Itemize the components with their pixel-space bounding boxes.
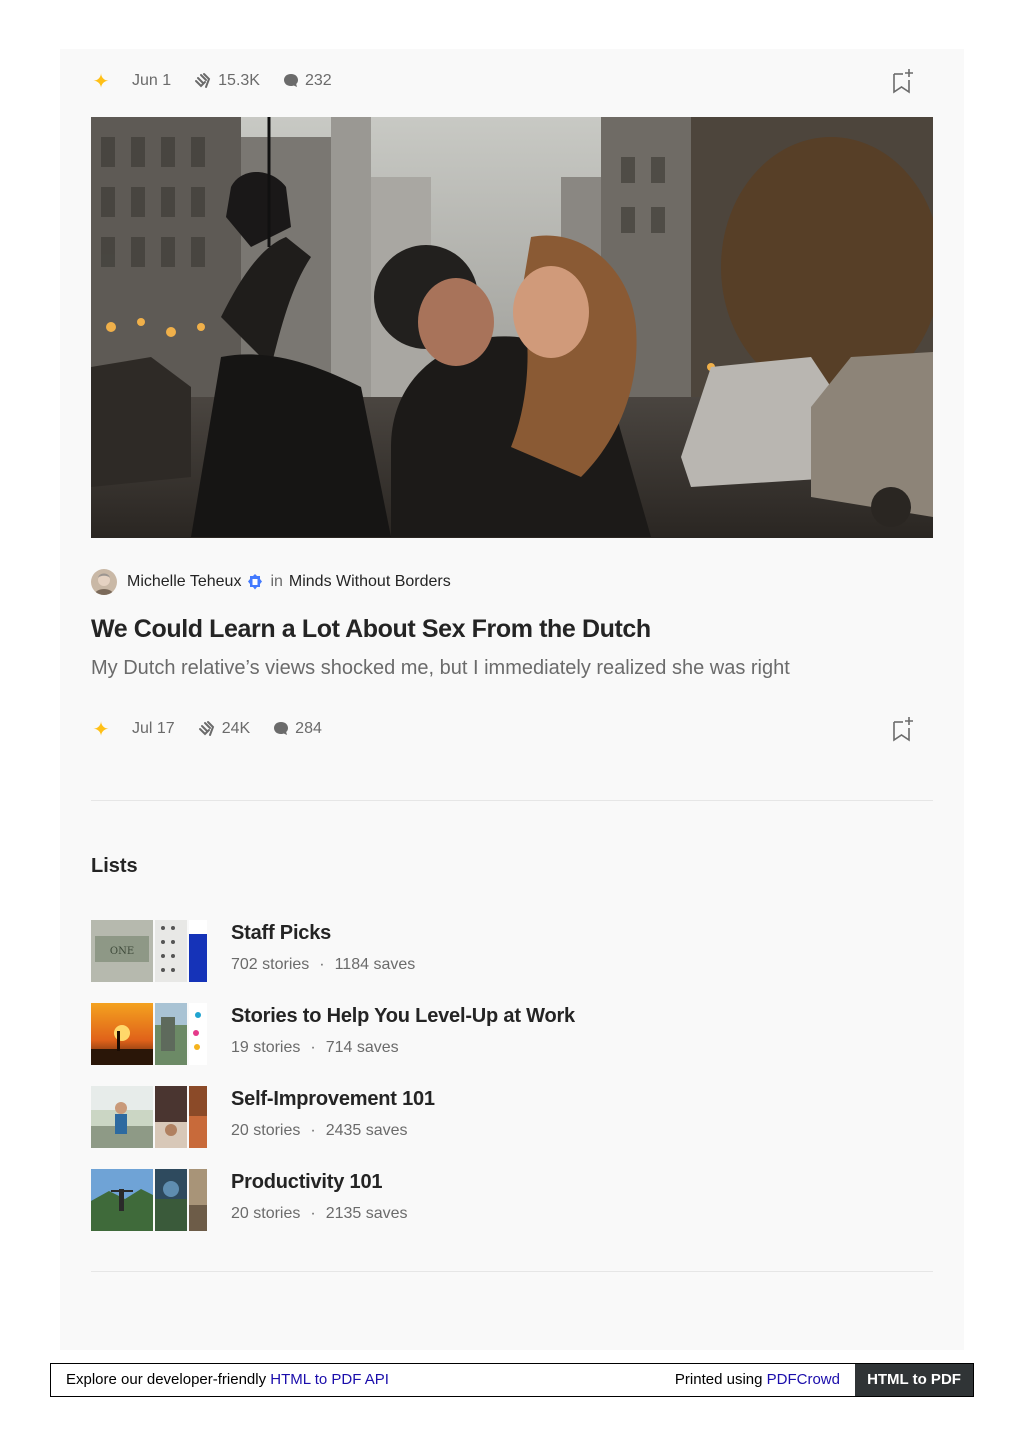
divider [91, 1271, 933, 1272]
clap-count[interactable]: 24K [197, 720, 250, 738]
list-meta: 20 stories · 2135 saves [231, 1205, 408, 1223]
clap-icon [195, 73, 211, 88]
comment-bubble-icon [283, 74, 298, 87]
list-thumbnails: ONE [91, 920, 207, 982]
separator-dot: · [310, 1039, 316, 1056]
lists-heading: Lists [91, 855, 138, 877]
list-thumbnails [91, 1003, 207, 1065]
article-title[interactable]: We Could Learn a Lot About Sex From the … [91, 615, 651, 644]
html-to-pdf-button[interactable]: HTML to PDF [855, 1364, 973, 1396]
list-meta: 19 stories · 714 saves [231, 1039, 399, 1057]
list-item[interactable]: Self-Improvement 101 20 stories · 2435 sav… [91, 1086, 933, 1148]
bookmark-add-icon[interactable] [891, 67, 915, 95]
save-count: 2135 saves [325, 1205, 408, 1222]
author-name[interactable]: Michelle Teheux [127, 573, 241, 591]
response-count-label: 232 [304, 72, 332, 89]
separator-dot: · [310, 1205, 316, 1222]
divider [91, 800, 933, 801]
sparkle-star-icon: ✦ [92, 718, 110, 741]
svg-text:ONE: ONE [110, 946, 134, 957]
story-count: 20 stories [231, 1122, 301, 1139]
story-count: 702 stories [231, 956, 310, 973]
clap-icon [198, 721, 214, 736]
avatar[interactable] [91, 569, 117, 595]
in-word: in [270, 573, 283, 590]
story-count: 20 stories [231, 1205, 301, 1222]
page-card: ✦ Jun 1 15.3K 232 Michelle Teheux in Min… [60, 49, 964, 1350]
pdfcrowd-link[interactable]: PDFCrowd [767, 1371, 840, 1388]
clap-count-label: 15.3K [218, 72, 260, 89]
list-item[interactable]: Stories to Help You Level-Up at Work 19 … [91, 1003, 933, 1065]
footer-right: Printed using PDFCrowd [675, 1371, 840, 1388]
publish-date: Jul 17 [132, 720, 175, 737]
html-to-pdf-api-link[interactable]: HTML to PDF API [270, 1371, 389, 1388]
top-article-meta: ✦ Jun 1 15.3K 232 [91, 65, 933, 97]
sparkle-star-icon: ✦ [92, 70, 110, 93]
footer-left: Explore our developer-friendly HTML to P… [66, 1371, 389, 1388]
response-count-label: 284 [295, 720, 322, 737]
list-title[interactable]: Stories to Help You Level-Up at Work [231, 1005, 575, 1028]
list-title[interactable]: Self-Improvement 101 [231, 1088, 435, 1111]
list-meta: 20 stories · 2435 saves [231, 1122, 408, 1140]
author-row: Michelle Teheux in Minds Without Borders [91, 569, 451, 595]
article-subtitle[interactable]: My Dutch relative’s views shocked me, bu… [91, 657, 790, 680]
hero-photo-couple-in-rain [91, 117, 933, 538]
response-count[interactable]: 284 [272, 720, 322, 738]
save-count: 1184 saves [334, 956, 416, 973]
list-thumbnails [91, 1086, 207, 1148]
list-title[interactable]: Staff Picks [231, 922, 331, 945]
footer-right-text: Printed using [674, 1371, 767, 1388]
save-count: 714 saves [325, 1039, 399, 1056]
publication-name[interactable]: Minds Without Borders [289, 573, 451, 591]
article-meta: ✦ Jul 17 24K 284 [91, 713, 933, 745]
list-title[interactable]: Productivity 101 [231, 1171, 383, 1194]
article-hero-image[interactable] [91, 117, 933, 538]
comment-bubble-icon [274, 722, 289, 735]
list-item[interactable]: Productivity 101 20 stories · 2135 saves [91, 1169, 933, 1231]
pdfcrowd-footer: Explore our developer-friendly HTML to P… [50, 1363, 974, 1397]
save-count: 2435 saves [325, 1122, 408, 1139]
clap-count[interactable]: 15.3K [193, 72, 260, 90]
footer-left-text: Explore our developer-friendly [66, 1371, 271, 1388]
separator-dot: · [319, 956, 325, 973]
publish-date: Jun 1 [132, 72, 172, 89]
separator-dot: · [310, 1122, 316, 1139]
story-count: 19 stories [231, 1039, 301, 1056]
list-item[interactable]: ONE Staff Picks 702 stories · 1184 saves [91, 920, 933, 982]
bookmark-add-icon[interactable] [891, 715, 915, 743]
clap-count-label: 24K [221, 720, 251, 737]
verified-badge-icon [248, 574, 263, 590]
list-meta: 702 stories · 1184 saves [231, 956, 415, 974]
response-count[interactable]: 232 [282, 72, 332, 90]
list-thumbnails [91, 1169, 207, 1231]
